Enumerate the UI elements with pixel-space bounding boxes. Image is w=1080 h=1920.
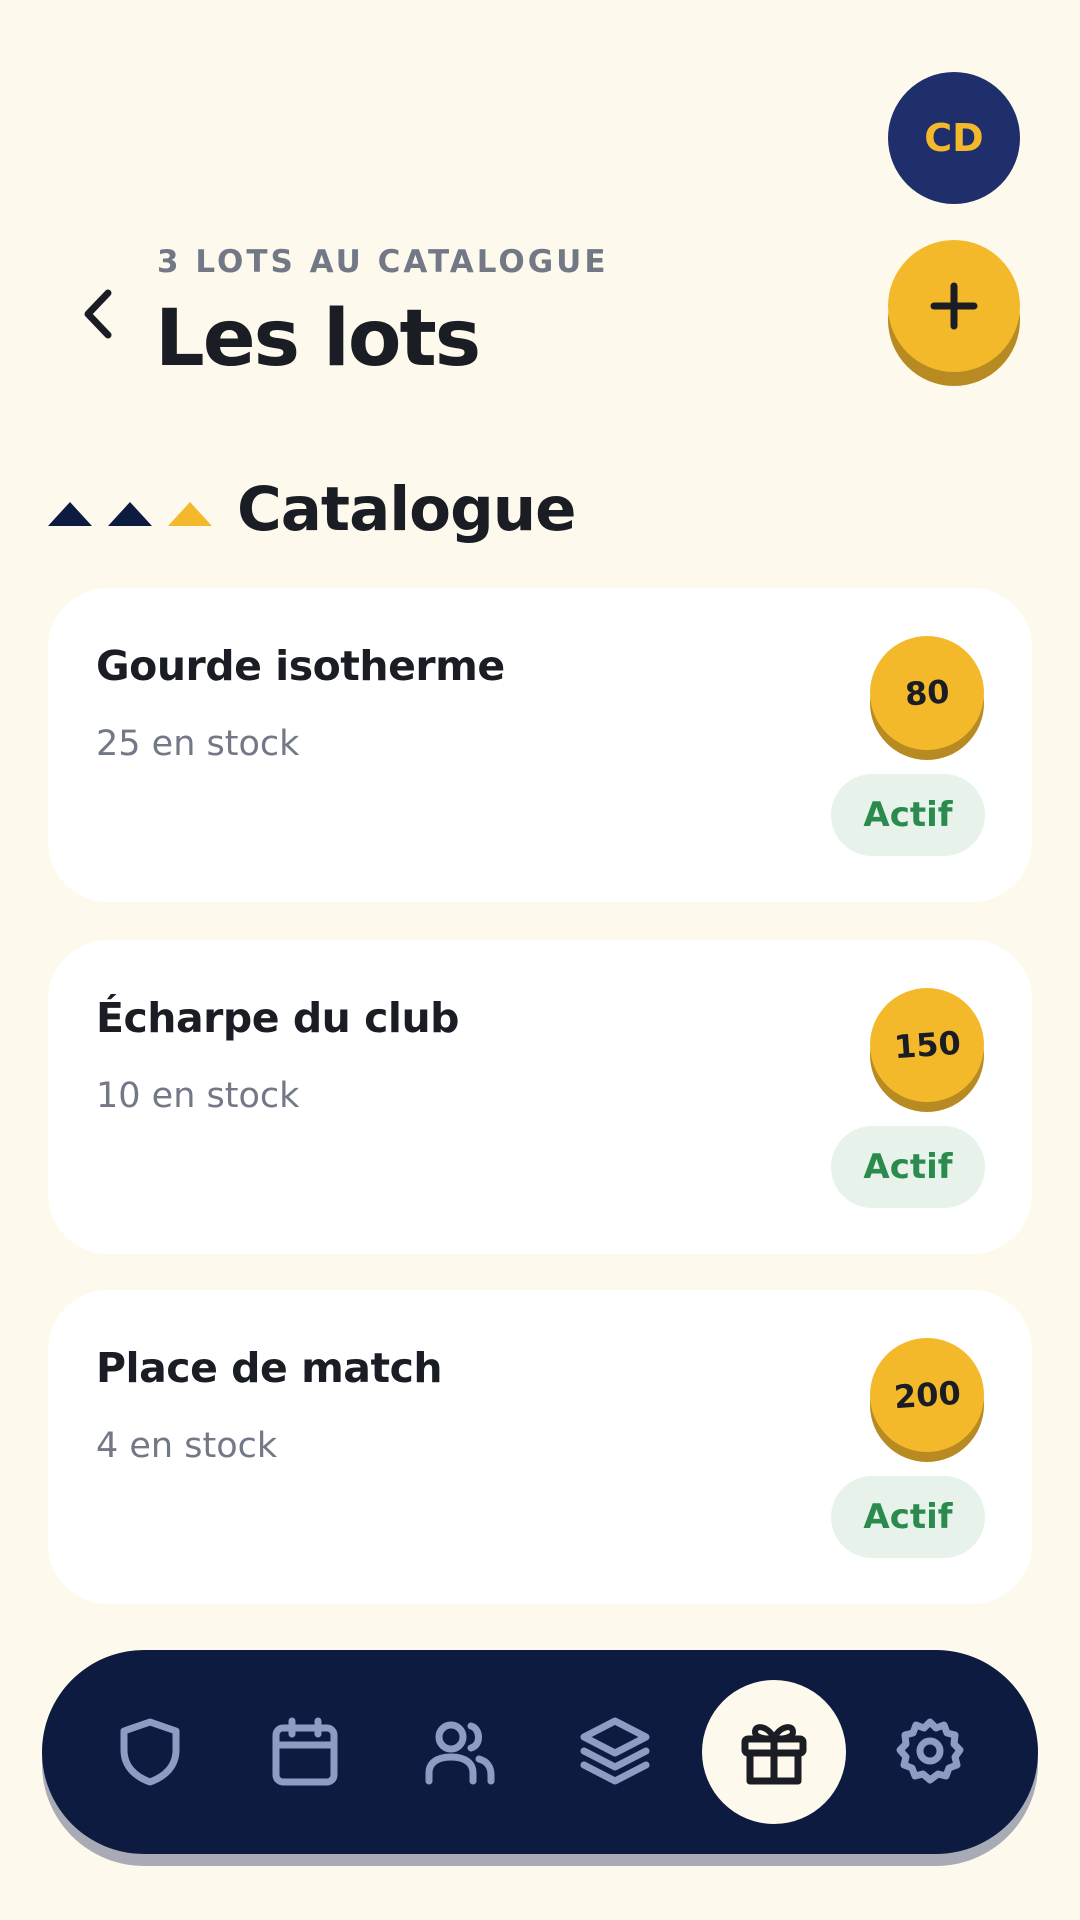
- gift-icon: [741, 1724, 807, 1785]
- nav-item-calendar[interactable]: [233, 1680, 377, 1824]
- calendar-icon: [272, 1717, 338, 1786]
- points-coin: 150: [870, 988, 984, 1102]
- prize-card[interactable]: Gourde isotherme 25 en stock 80 Actif: [48, 588, 1032, 902]
- prize-name: Place de match: [96, 1344, 443, 1392]
- prize-card[interactable]: Écharpe du club 10 en stock 150 Actif: [48, 940, 1032, 1254]
- nav-item-users[interactable]: [388, 1680, 532, 1824]
- status-badge: Actif: [831, 774, 985, 856]
- points-value: 80: [903, 672, 951, 714]
- nav-item-gift[interactable]: [702, 1680, 846, 1824]
- layers-icon: [580, 1717, 650, 1785]
- points-value: 200: [892, 1373, 962, 1417]
- page-title: Les lots: [155, 294, 481, 384]
- prize-stock: 4 en stock: [96, 1426, 278, 1466]
- triangles-decoration-icon: [48, 502, 212, 526]
- prize-stock: 25 en stock: [96, 724, 300, 764]
- nav-item-layers[interactable]: [543, 1680, 687, 1824]
- add-prize-button[interactable]: [888, 240, 1020, 372]
- shield-icon: [120, 1718, 180, 1786]
- avatar-initials: CD: [924, 116, 984, 160]
- avatar[interactable]: CD: [888, 72, 1020, 204]
- status-badge: Actif: [831, 1476, 985, 1558]
- back-button[interactable]: [72, 282, 124, 346]
- gear-icon: [896, 1718, 964, 1784]
- bottom-nav: [42, 1650, 1038, 1854]
- prize-stock: 10 en stock: [96, 1076, 300, 1116]
- section-title: Catalogue: [237, 474, 577, 545]
- points-coin: 200: [870, 1338, 984, 1452]
- points-value: 150: [892, 1023, 962, 1067]
- prize-name: Gourde isotherme: [96, 642, 505, 690]
- nav-item-shield[interactable]: [78, 1680, 222, 1824]
- prize-card[interactable]: Place de match 4 en stock 200 Actif: [48, 1290, 1032, 1604]
- users-icon: [425, 1721, 495, 1785]
- status-badge: Actif: [831, 1126, 985, 1208]
- plus-icon: [930, 282, 978, 330]
- nav-item-settings[interactable]: [858, 1680, 1002, 1824]
- chevron-left-icon: [84, 289, 112, 339]
- page-subtitle: 3 LOTS AU CATALOGUE: [157, 244, 609, 280]
- points-coin: 80: [870, 636, 984, 750]
- prize-name: Écharpe du club: [96, 994, 460, 1042]
